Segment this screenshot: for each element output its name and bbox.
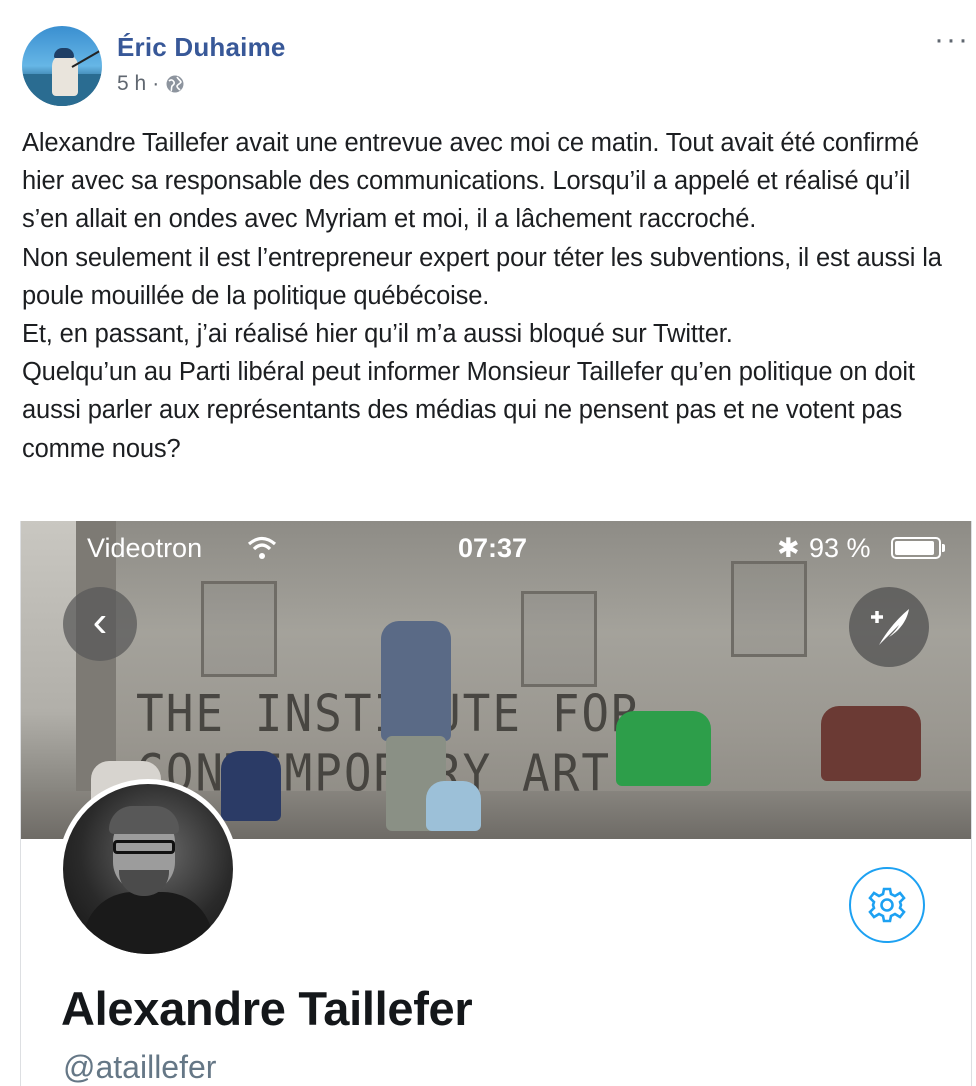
profile-avatar xyxy=(58,779,238,959)
bluetooth-icon: ✱ xyxy=(777,533,800,563)
battery-percent: 93 % xyxy=(809,533,871,563)
profile-handle: @ataillefer xyxy=(63,1049,217,1085)
compose-tweet-icon xyxy=(849,587,929,667)
post-body: Alexandre Taillefer avait une entrevue a… xyxy=(22,124,962,468)
author-avatar[interactable] xyxy=(22,26,102,106)
post-paragraph: Non seulement il est l’entrepreneur expe… xyxy=(22,243,942,310)
phone-status-bar: Videotron 07:37 ✱ 93 % xyxy=(21,531,971,571)
post-timestamp[interactable]: 5 h xyxy=(117,72,146,96)
post-paragraph: Quelqu’un au Parti libéral peut informer… xyxy=(22,358,915,463)
battery-fill xyxy=(895,541,934,555)
settings-gear-icon xyxy=(849,867,925,943)
post-paragraph: Et, en passant, j’ai réalisé hier qu’il … xyxy=(22,320,733,349)
post-header: Éric Duhaime 5 h · ··· xyxy=(0,0,976,110)
status-time: 07:37 xyxy=(458,533,528,563)
author-name[interactable]: Éric Duhaime xyxy=(117,32,286,63)
profile-name: Alexandre Taillefer xyxy=(61,982,473,1035)
carrier-label: Videotron xyxy=(87,533,203,563)
more-options-button[interactable]: ··· xyxy=(934,25,970,55)
post-paragraph: Alexandre Taillefer avait une entrevue a… xyxy=(22,129,919,234)
attached-photo[interactable]: THE INSTITUTE FOR CONTEMPORARY ART Video… xyxy=(20,521,972,1086)
wifi-icon xyxy=(247,536,277,559)
post-meta: 5 h · xyxy=(117,72,185,96)
meta-separator: · xyxy=(152,72,160,95)
back-button: ‹ xyxy=(63,587,137,661)
battery-icon xyxy=(891,537,941,559)
globe-icon[interactable] xyxy=(165,74,185,94)
